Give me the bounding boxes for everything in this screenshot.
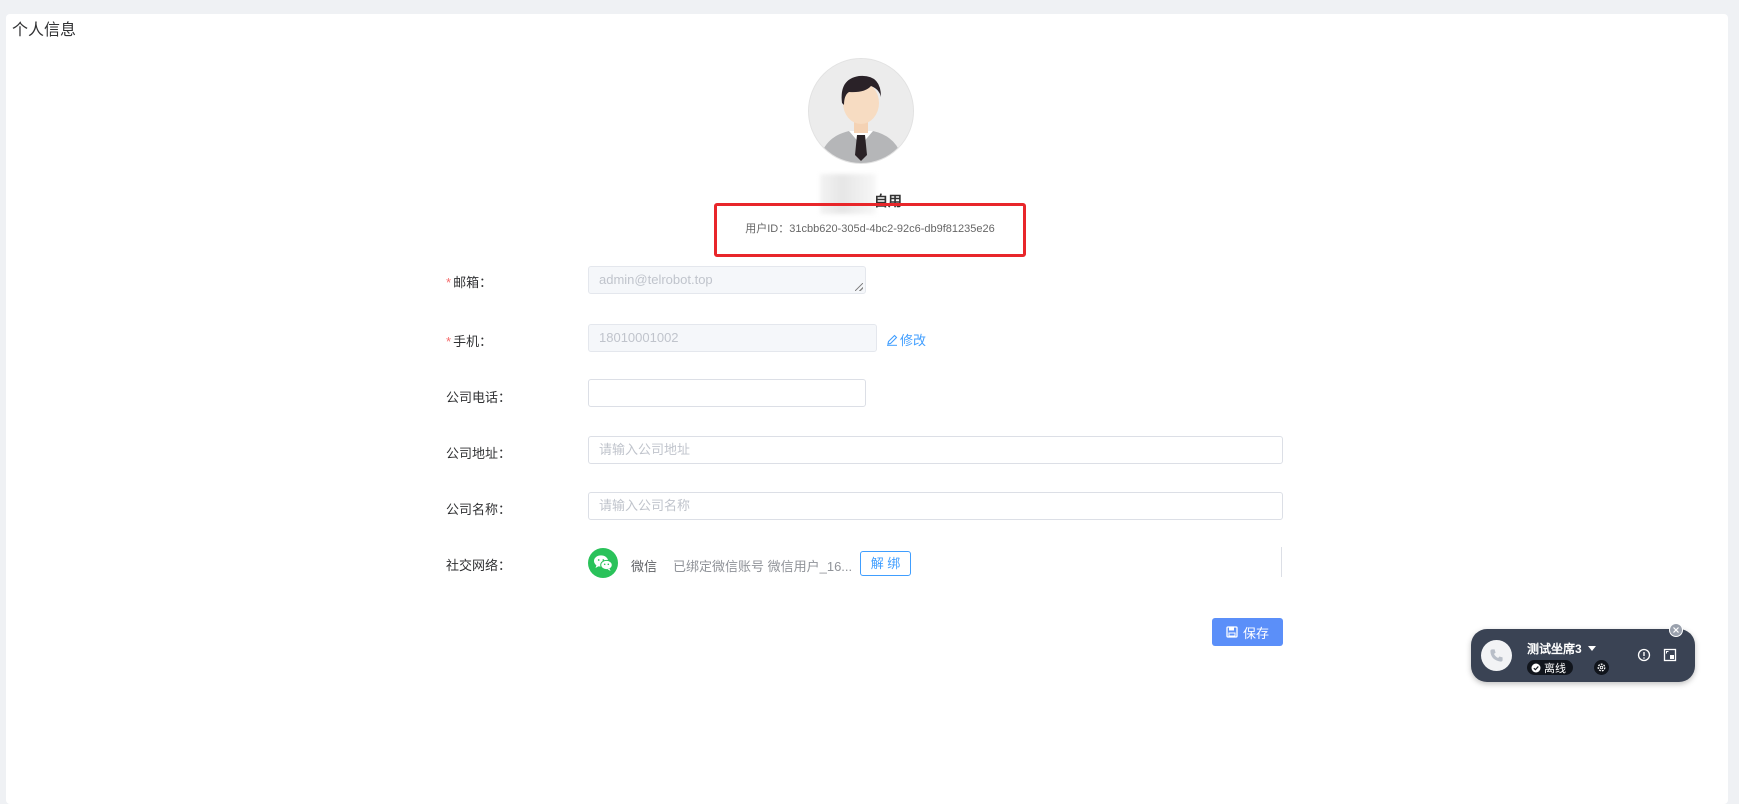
company-address-input[interactable]: 请输入公司地址 bbox=[588, 436, 1283, 464]
social-label: 社交网络： bbox=[446, 558, 512, 573]
unbind-button[interactable]: 解 绑 bbox=[860, 551, 911, 576]
info-button[interactable] bbox=[1635, 646, 1653, 664]
info-icon bbox=[1637, 648, 1651, 662]
settings-button[interactable] bbox=[1594, 660, 1609, 675]
edit-mobile-link[interactable]: 修改 bbox=[886, 330, 926, 349]
email-label: * 邮箱： bbox=[446, 275, 493, 290]
pencil-icon bbox=[887, 334, 898, 346]
call-widget[interactable]: 测试坐席3 离线 bbox=[1471, 629, 1695, 682]
user-id-highlight: 用户ID：31cbb620-305d-4bc2-92c6-db9f81235e2… bbox=[714, 203, 1026, 257]
wechat-bind-status: 已绑定微信账号 微信用户_16... bbox=[673, 559, 853, 574]
avatar[interactable] bbox=[808, 58, 914, 164]
wechat-label: 微信 bbox=[631, 559, 658, 574]
email-field[interactable]: admin@telrobot.top bbox=[588, 266, 866, 294]
phone-button[interactable] bbox=[1481, 640, 1512, 671]
company-name-label: 公司名称： bbox=[446, 502, 512, 517]
company-address-label: 公司地址： bbox=[446, 446, 512, 461]
close-icon bbox=[1673, 627, 1679, 633]
status-badge[interactable]: 离线 bbox=[1527, 660, 1573, 675]
resize-grip-icon[interactable] bbox=[855, 283, 863, 291]
check-circle-icon bbox=[1531, 663, 1541, 672]
save-button[interactable]: 保存 bbox=[1212, 618, 1283, 646]
floppy-disk-icon bbox=[1226, 626, 1238, 638]
user-avatar-illustration bbox=[809, 59, 913, 163]
user-id: 用户ID：31cbb620-305d-4bc2-92c6-db9f81235e2… bbox=[745, 223, 995, 235]
divider bbox=[1281, 547, 1282, 577]
phone-icon bbox=[1490, 649, 1503, 662]
page-title: 个人信息 bbox=[12, 22, 77, 39]
mobile-label: * 手机： bbox=[446, 334, 493, 349]
gear-icon bbox=[1597, 663, 1606, 672]
company-name-input[interactable]: 请输入公司名称 bbox=[588, 492, 1283, 520]
company-phone-input[interactable] bbox=[588, 379, 866, 407]
agent-name[interactable]: 测试坐席3 bbox=[1527, 640, 1596, 657]
company-phone-label: 公司电话： bbox=[446, 390, 512, 405]
expand-button[interactable] bbox=[1661, 646, 1679, 664]
wechat-icon bbox=[588, 548, 618, 578]
mobile-field[interactable]: 18010001002 bbox=[588, 324, 877, 352]
window-expand-icon bbox=[1663, 648, 1677, 662]
caret-down-icon[interactable] bbox=[1587, 646, 1596, 651]
close-widget-button[interactable] bbox=[1669, 623, 1683, 637]
